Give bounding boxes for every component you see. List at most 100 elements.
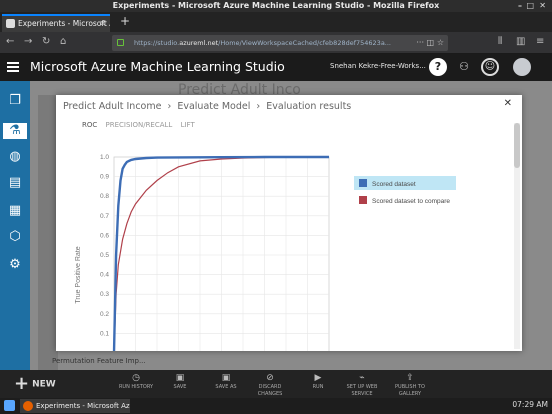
back-icon[interactable]: ←: [6, 36, 14, 48]
close-window-icon[interactable]: ✕: [539, 0, 546, 12]
discard-label: DISCARD CHANGES: [257, 384, 283, 397]
save-label: SAVE: [173, 384, 187, 390]
navigation-bar: ← → ↻ ⌂ https://studio.azureml.net/Home/…: [0, 32, 552, 54]
new-button-label: NEW: [32, 379, 56, 390]
tab-roc[interactable]: ROC: [82, 121, 97, 129]
settings-gear-icon[interactable]: ⚙: [7, 257, 23, 273]
web-service-icon: ⌁: [359, 373, 365, 383]
left-sidebar: ❐ ⚗ ◍ ▤ ▦ ⬡ ⚙: [0, 81, 30, 370]
tab-lift[interactable]: LIFT: [181, 121, 195, 129]
feedback-smiley-icon[interactable]: ☺: [481, 58, 499, 76]
run-label: RUN: [312, 384, 324, 390]
experiments-flask-icon[interactable]: ⚗: [3, 123, 27, 139]
url-prefix: https://studio.: [134, 39, 180, 47]
browser-tab-label: Experiments - Microsoft Azu: [18, 19, 110, 28]
save-as-icon: ▣: [221, 373, 231, 383]
evaluation-results-dialog: Predict Adult Income › Evaluate Model › …: [56, 95, 522, 351]
datasets-icon[interactable]: ▦: [7, 203, 23, 219]
play-icon: ▶: [314, 373, 322, 383]
history-icon: ◷: [132, 373, 140, 383]
legend-swatch: [359, 179, 367, 187]
avatar[interactable]: [513, 58, 531, 76]
close-tab-icon[interactable]: ✕: [99, 16, 106, 31]
hamburger-menu-icon[interactable]: [7, 62, 19, 72]
y-axis-label: True Positive Rate: [75, 246, 82, 303]
breadcrumb-item[interactable]: Evaluate Model: [177, 101, 250, 112]
run-history-label: RUN HISTORY: [118, 384, 154, 390]
web-service-label: SET UP WEB SERVICE: [346, 384, 378, 397]
publish-label: PUBLISH TO GALLERY: [395, 384, 425, 397]
reload-icon[interactable]: ↻: [42, 36, 50, 48]
plus-icon: +: [14, 373, 30, 394]
roc-chart: 1.0 0.9 0.8 0.7 0.6 0.5 0.4 0.3 0.2 0.1 True Posit…: [75, 154, 456, 351]
palette-item[interactable]: Permutation Feature Imp...: [52, 357, 162, 369]
save-button[interactable]: ▣ SAVE: [160, 372, 200, 391]
legend-swatch: [359, 196, 367, 204]
y-tick-label: 0.8: [100, 193, 109, 200]
scrollbar-thumb[interactable]: [514, 123, 520, 168]
home-icon[interactable]: ⌂: [60, 36, 66, 48]
sidebar-toggle-icon[interactable]: ▥: [516, 36, 525, 48]
legend-label: Scored dataset: [372, 181, 416, 188]
firefox-icon: [23, 401, 33, 411]
publish-to-gallery-button[interactable]: ⇪ PUBLISH TO GALLERY: [390, 372, 430, 398]
library-icon[interactable]: ⫴: [498, 36, 502, 48]
breadcrumb-separator: ›: [167, 101, 172, 112]
new-tab-icon[interactable]: +: [120, 14, 130, 28]
window-title: Experiments - Microsoft Azure Machine Le…: [112, 1, 440, 10]
y-tick-label: 0.5: [100, 252, 109, 259]
os-taskbar: Experiments - Microsoft Azu 07:29 AM: [0, 398, 552, 414]
notebooks-icon[interactable]: ▤: [7, 175, 23, 191]
clock: 07:29 AM: [512, 400, 548, 409]
lock-icon: [117, 39, 124, 46]
app-title: Microsoft Azure Machine Learning Studio: [30, 59, 285, 74]
bottom-toolbar: + NEW ◷ RUN HISTORY ▣ SAVE ▣ SAVE AS ⊘ DISCAR…: [0, 370, 552, 398]
roc-chart-area: 1.0 0.9 0.8 0.7 0.6 0.5 0.4 0.3 0.2 0.1 True Posit…: [56, 135, 510, 351]
browser-tab[interactable]: Experiments - Microsoft Azu ✕: [2, 14, 110, 32]
save-as-label: SAVE AS: [215, 384, 237, 390]
metric-tabs: ROC PRECISION/RECALL LIFT: [82, 121, 201, 129]
app-header: Microsoft Azure Machine Learning Studio …: [0, 54, 552, 81]
y-tick-label: 0.9: [100, 174, 109, 181]
run-button[interactable]: ▶ RUN: [298, 372, 338, 391]
tab-precision-recall[interactable]: PRECISION/RECALL: [106, 121, 173, 129]
y-tick-label: 0.7: [100, 213, 109, 220]
tab-strip: Experiments - Microsoft Azu ✕ +: [0, 12, 552, 32]
discard-changes-button[interactable]: ⊘ DISCARD CHANGES: [250, 372, 290, 398]
y-tick-label: 1.0: [100, 154, 109, 161]
y-tick-label: 0.1: [100, 330, 109, 337]
user-name[interactable]: Snehan Kekre-Free-Works...: [330, 62, 426, 70]
taskbar-firefox-item[interactable]: Experiments - Microsoft Azu: [20, 399, 130, 413]
save-icon: ▣: [175, 373, 185, 383]
module-palette: [38, 95, 58, 370]
taskbar-item-label: Experiments - Microsoft Azu: [36, 402, 130, 410]
url-host: azureml.net: [179, 39, 219, 47]
y-tick-label: 0.4: [100, 272, 109, 279]
breadcrumb-item[interactable]: Predict Adult Income: [63, 101, 161, 112]
minimize-icon[interactable]: –: [518, 0, 522, 12]
new-button[interactable]: + NEW: [14, 374, 56, 395]
save-as-button[interactable]: ▣ SAVE AS: [206, 372, 246, 391]
dialog-scrollbar[interactable]: [514, 123, 520, 349]
url-bar[interactable]: https://studio.azureml.net/Home/ViewWork…: [112, 35, 448, 51]
help-icon[interactable]: ?: [429, 58, 447, 76]
favicon-icon: [6, 19, 15, 28]
page-actions-icon[interactable]: ···: [416, 35, 424, 51]
y-tick-label: 0.3: [100, 291, 109, 298]
forward-icon[interactable]: →: [24, 36, 32, 48]
breadcrumb: Predict Adult Income › Evaluate Model › …: [63, 101, 354, 112]
network-icon[interactable]: ⚇: [455, 58, 473, 76]
maximize-icon[interactable]: □: [526, 0, 534, 12]
pocket-icon[interactable]: ◫: [426, 35, 434, 51]
close-dialog-icon[interactable]: ✕: [504, 98, 512, 109]
y-tick-label: 0.6: [100, 232, 109, 239]
menu-icon[interactable]: ≡: [536, 36, 544, 48]
y-tick-label: 0.2: [100, 311, 109, 318]
projects-icon[interactable]: ❐: [7, 93, 23, 109]
web-services-globe-icon[interactable]: ◍: [7, 149, 23, 165]
trained-models-cube-icon[interactable]: ⬡: [7, 229, 23, 245]
set-up-web-service-button[interactable]: ⌁ SET UP WEB SERVICE: [342, 372, 382, 398]
start-menu-icon[interactable]: [4, 400, 15, 411]
bookmark-star-icon[interactable]: ☆: [437, 35, 444, 51]
run-history-button[interactable]: ◷ RUN HISTORY: [116, 372, 156, 391]
